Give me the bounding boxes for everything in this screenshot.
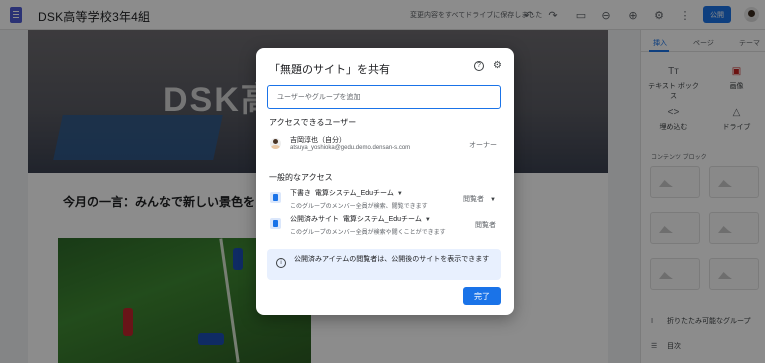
info-notice: i 公開済みアイテムの閲覧者は、公開後のサイトを表示できます (267, 249, 501, 280)
user-role-owner: オーナー (469, 142, 497, 149)
chevron-down-icon: ▼ (396, 191, 403, 197)
published-label: 公開済みサイト (290, 216, 339, 223)
chevron-down-icon: ▼ (490, 197, 496, 203)
info-notice-text: 公開済みアイテムの閲覧者は、公開後のサイトを表示できます (294, 256, 490, 263)
chevron-down-icon: ▼ (424, 217, 431, 223)
people-with-access-heading: アクセスできるユーザー (269, 118, 357, 127)
info-icon: i (276, 258, 286, 268)
draft-access-selector[interactable]: 下書き 電算システム_Eduチーム ▼ (290, 188, 403, 198)
share-settings-gear-icon[interactable]: ⚙ (493, 60, 502, 71)
add-people-placeholder: ユーザーやグループを追加 (277, 94, 361, 101)
user-email: atsuya_yoshioka@gedu.demo.densan-s.com (290, 145, 411, 151)
user-avatar (270, 138, 281, 149)
published-role-label: 閲覧者 (475, 222, 496, 229)
add-people-input[interactable]: ユーザーやグループを追加 (267, 85, 501, 109)
dialog-title: 「無題のサイト」を共有 (269, 64, 390, 76)
draft-group-name: 電算システム_Eduチーム (314, 190, 394, 197)
published-access-selector[interactable]: 公開済みサイト 電算システム_Eduチーム ▼ (290, 214, 431, 224)
group-icon (270, 218, 281, 229)
group-icon (270, 192, 281, 203)
published-access-description: このグループのメンバー全員が検索や閲くことができます (290, 230, 446, 236)
general-access-heading: 一般的なアクセス (269, 173, 333, 182)
draft-role-label: 閲覧者 (463, 196, 484, 203)
draft-role-dropdown[interactable]: 閲覧者 ▼ (463, 194, 496, 204)
share-dialog: 「無題のサイト」を共有 ? ⚙ ユーザーやグループを追加 アクセスできるユーザー… (256, 48, 514, 315)
sites-editor: DSK高等学校3年4組 変更内容をすべてドライブに保存しました ↶ ↷ ▭ ⊖ … (0, 0, 765, 363)
draft-access-description: このグループのメンバー全員が検索、閲覧できます (290, 204, 428, 210)
done-button[interactable]: 完了 (463, 287, 501, 305)
published-group-name: 電算システム_Eduチーム (342, 216, 422, 223)
help-icon[interactable]: ? (474, 61, 484, 71)
draft-label: 下書き (290, 190, 311, 197)
user-name: 吉岡淳也（自分） (290, 137, 346, 144)
